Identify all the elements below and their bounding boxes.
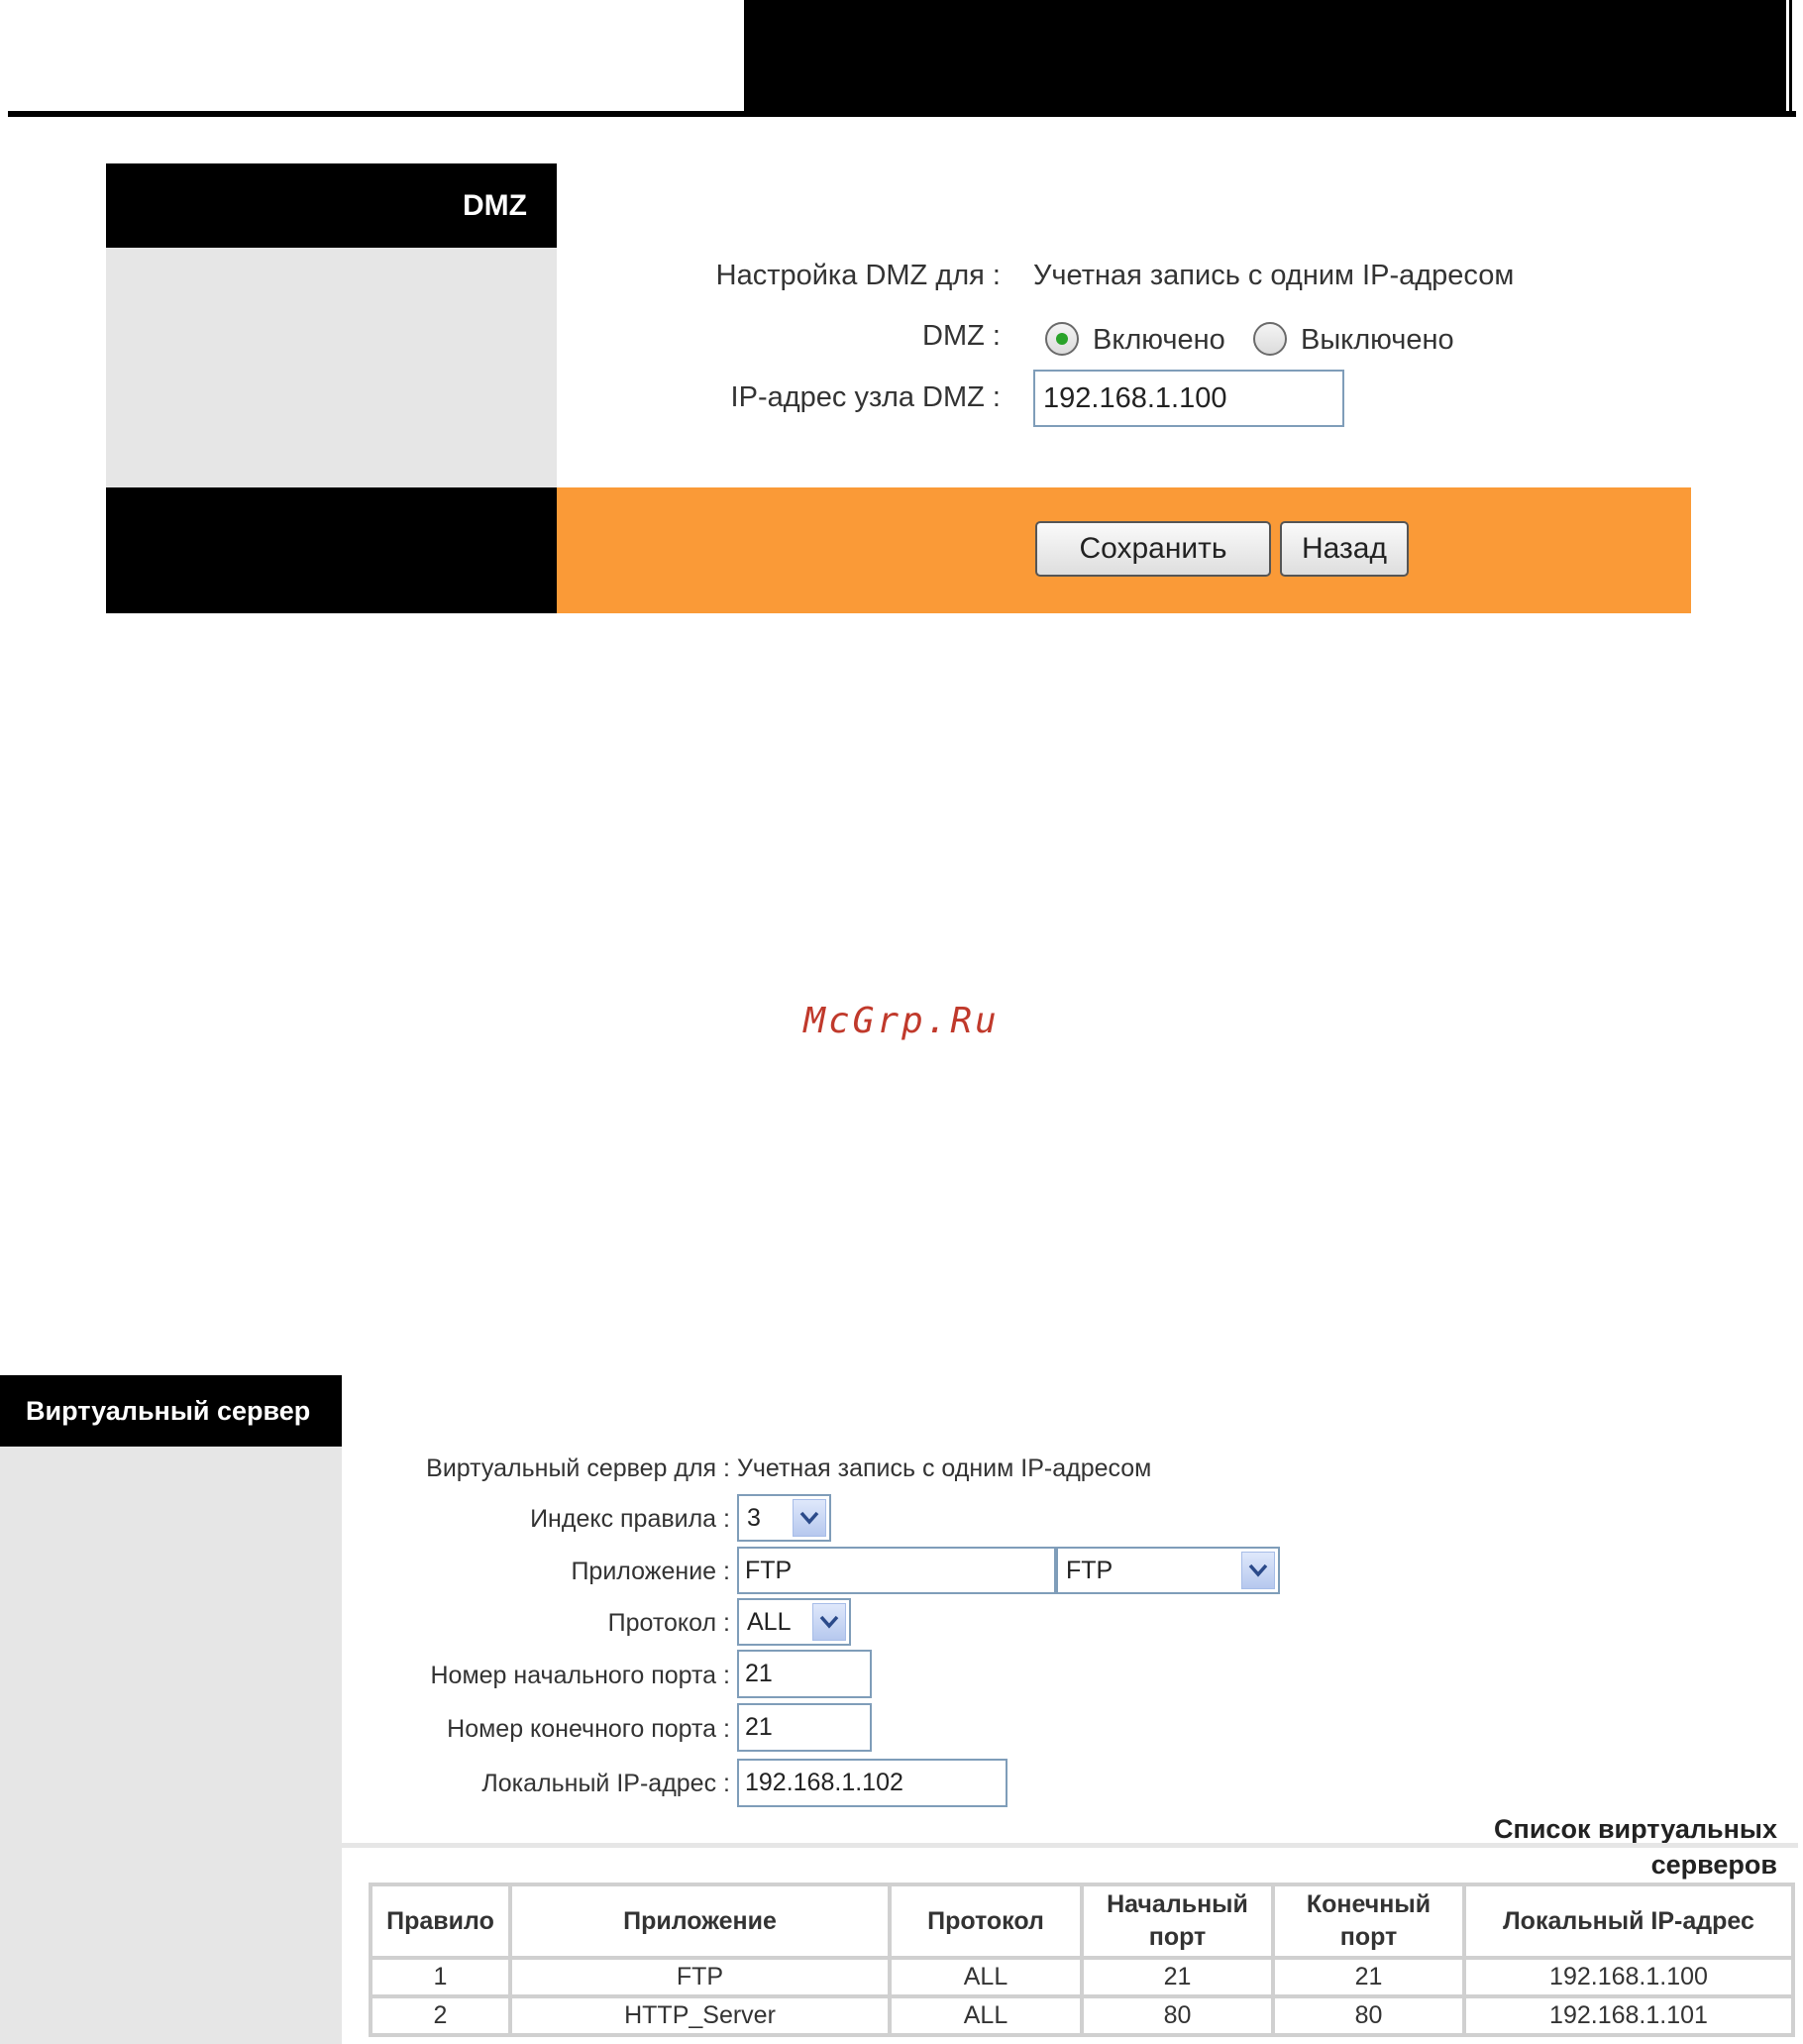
col-header-start-port: Начальный порт	[1084, 1886, 1271, 1956]
col-header-local-ip: Локальный IP-адрес	[1466, 1886, 1791, 1956]
col-header-end-port: Конечный порт	[1275, 1886, 1462, 1956]
local-ip-label-text: Локальный IP-адрес	[481, 1770, 717, 1797]
list-title-line2: серверов	[1650, 1850, 1777, 1880]
dmz-setup-label-text: Настройка DMZ для	[715, 260, 985, 291]
dmz-ip-label-text: IP-адрес узла DMZ	[730, 381, 985, 413]
end-port-label: Номер конечного порта :	[447, 1715, 730, 1743]
header-rule	[8, 111, 1796, 117]
back-button[interactable]: Назад	[1280, 521, 1409, 577]
dmz-setup-label: Настройка DMZ для :	[715, 260, 1001, 291]
local-ip-input[interactable]: 192.168.1.102	[737, 1759, 1008, 1807]
header-edge	[1786, 0, 1789, 111]
dmz-side-panel	[106, 248, 557, 487]
section-divider	[342, 1843, 1798, 1848]
cell-end-port: 21	[1275, 1960, 1462, 1994]
cell-protocol: ALL	[892, 1960, 1080, 1994]
cell-start-port: 80	[1084, 1998, 1271, 2033]
cell-application: HTTP_Server	[512, 1998, 888, 2033]
dmz-status-label-text: DMZ	[922, 320, 985, 352]
radio-selected-dot	[1056, 333, 1068, 345]
application-input[interactable]: FTP	[737, 1547, 1056, 1594]
end-port-input[interactable]: 21	[737, 1703, 872, 1752]
dmz-ip-input[interactable]: 192.168.1.100	[1033, 370, 1344, 427]
dmz-disabled-radio[interactable]	[1253, 322, 1287, 356]
table-header-row: Правило Приложение Протокол Начальный по…	[372, 1886, 1791, 1956]
col-header-start-port-l1: Начальный	[1107, 1890, 1248, 1918]
col-header-end-port-l2: порт	[1339, 1923, 1398, 1951]
vs-for-label: Виртуальный сервер для :	[426, 1454, 730, 1482]
chevron-down-icon[interactable]	[1241, 1552, 1275, 1589]
start-port-label: Номер начального порта :	[430, 1662, 730, 1689]
dmz-enabled-label: Включено	[1093, 324, 1225, 356]
rule-index-value: 3	[747, 1503, 761, 1532]
col-header-end-port-l1: Конечный	[1306, 1890, 1432, 1918]
cell-rule: 1	[372, 1960, 508, 1994]
virtual-server-side-panel	[0, 1447, 342, 2044]
dmz-enabled-radio[interactable]	[1045, 322, 1079, 356]
rule-index-select[interactable]: 3	[737, 1494, 831, 1542]
protocol-label-text: Протокол	[607, 1609, 717, 1637]
chevron-down-icon[interactable]	[793, 1499, 826, 1537]
application-label: Приложение :	[571, 1558, 730, 1585]
header-banner	[744, 0, 1792, 115]
col-header-protocol: Протокол	[892, 1886, 1080, 1956]
end-port-label-text: Номер конечного порта	[447, 1715, 717, 1743]
cell-protocol: ALL	[892, 1998, 1080, 2033]
cell-local-ip: 192.168.1.100	[1466, 1960, 1791, 1994]
start-port-input[interactable]: 21	[737, 1650, 872, 1698]
application-select[interactable]: FTP	[1056, 1547, 1280, 1594]
watermark: McGrp.Ru	[803, 1001, 1000, 1041]
dmz-disabled-label: Выключено	[1301, 324, 1454, 356]
dmz-ip-label: IP-адрес узла DMZ :	[730, 381, 1001, 413]
protocol-select[interactable]: ALL	[737, 1598, 851, 1646]
table-row[interactable]: 1 FTP ALL 21 21 192.168.1.100	[372, 1960, 1791, 1994]
application-label-text: Приложение	[571, 1558, 717, 1585]
cell-application: FTP	[512, 1960, 888, 1994]
cell-rule: 2	[372, 1998, 508, 2033]
vs-for-label-text: Виртуальный сервер для	[426, 1454, 717, 1482]
cell-start-port: 21	[1084, 1960, 1271, 1994]
rule-index-label-text: Индекс правила	[530, 1505, 717, 1533]
col-header-rule: Правило	[372, 1886, 508, 1956]
cell-local-ip: 192.168.1.101	[1466, 1998, 1791, 2033]
virtual-server-title: Виртуальный сервер	[0, 1375, 342, 1447]
rule-index-label: Индекс правила :	[530, 1505, 730, 1533]
list-title-line1: Список виртуальных	[1494, 1814, 1777, 1844]
cell-end-port: 80	[1275, 1998, 1462, 2033]
protocol-value: ALL	[747, 1607, 792, 1636]
table-row[interactable]: 2 HTTP_Server ALL 80 80 192.168.1.101	[372, 1998, 1791, 2033]
chevron-down-icon[interactable]	[812, 1603, 846, 1641]
local-ip-label: Локальный IP-адрес :	[481, 1770, 730, 1797]
application-select-value: FTP	[1066, 1556, 1114, 1584]
dmz-status-label: DMZ :	[922, 320, 1001, 352]
dmz-footer-left	[106, 487, 557, 613]
virtual-server-table: Правило Приложение Протокол Начальный по…	[369, 1883, 1795, 2037]
col-header-start-port-l2: порт	[1148, 1923, 1207, 1951]
vs-for-value: Учетная запись с одним IP-адресом	[737, 1454, 1152, 1482]
save-button[interactable]: Сохранить	[1035, 521, 1271, 577]
col-header-application: Приложение	[512, 1886, 888, 1956]
start-port-label-text: Номер начального порта	[430, 1662, 717, 1689]
protocol-label: Протокол :	[607, 1609, 730, 1637]
dmz-setup-value: Учетная запись с одним IP-адресом	[1033, 260, 1515, 291]
dmz-title: DMZ	[106, 163, 557, 248]
